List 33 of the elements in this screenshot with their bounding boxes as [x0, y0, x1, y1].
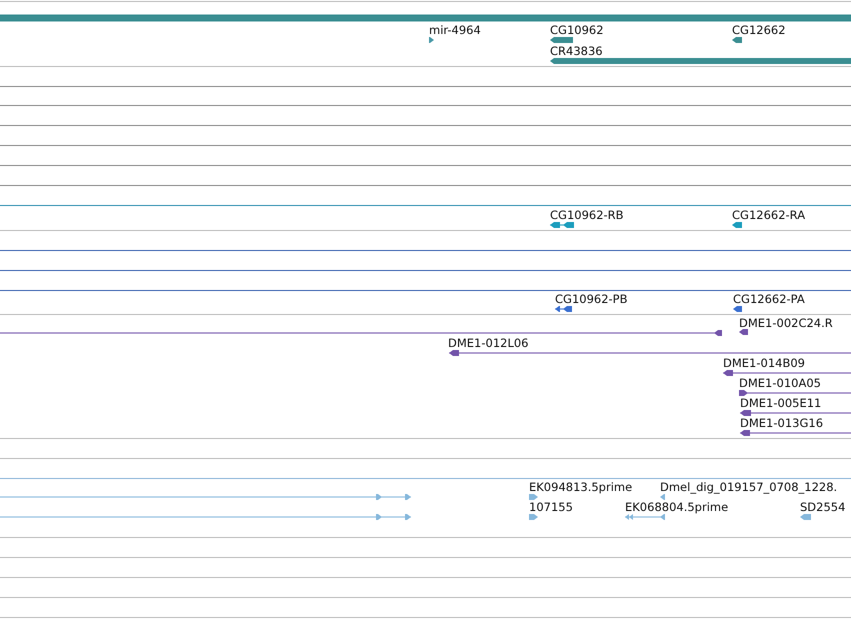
feature-label: CG12662-RA [732, 208, 806, 222]
feature-glyph[interactable] [739, 390, 851, 396]
feature-glyph[interactable] [550, 37, 573, 43]
feature-label: 107155 [529, 500, 573, 514]
feature-glyph[interactable] [739, 329, 748, 335]
feature-glyph[interactable] [732, 37, 742, 43]
feature-glyph[interactable] [723, 370, 851, 376]
feature-glyph[interactable] [732, 222, 742, 228]
feature-glyph[interactable] [449, 350, 851, 356]
feature-glyph[interactable] [0, 330, 722, 336]
feature-label: SD2554 [800, 500, 846, 514]
feature-glyph[interactable] [555, 306, 572, 312]
feature-label: CG12662-PA [733, 292, 805, 306]
feature-label: CG10962 [550, 23, 604, 37]
feature-label: CG10962-RB [550, 208, 624, 222]
feature-label: EK068804.5prime [625, 500, 728, 514]
feature-glyph[interactable] [733, 306, 742, 312]
feature-label: DME1-010A05 [739, 376, 821, 390]
feature-glyph[interactable] [429, 37, 434, 43]
feature-glyph[interactable] [550, 222, 574, 228]
feature-label: DME1-014B09 [723, 356, 805, 370]
feature-glyph[interactable] [740, 410, 851, 416]
feature-label: CR43836 [550, 44, 603, 58]
feature-label: DME1-005E11 [740, 396, 822, 410]
feature-label: DME1-012L06 [448, 336, 528, 350]
feature-label: Dmel_dig_019157_0708_1228. [660, 480, 838, 494]
feature-label: CG10962-PB [555, 292, 628, 306]
feature-label: DME1-002C24.R [739, 316, 833, 330]
feature-label: EK094813.5prime [529, 480, 632, 494]
feature-glyph[interactable] [740, 430, 851, 436]
feature-label: DME1-013G16 [740, 416, 824, 430]
feature-label: mir-4964 [429, 23, 481, 37]
feature-label: CG12662 [732, 23, 786, 37]
